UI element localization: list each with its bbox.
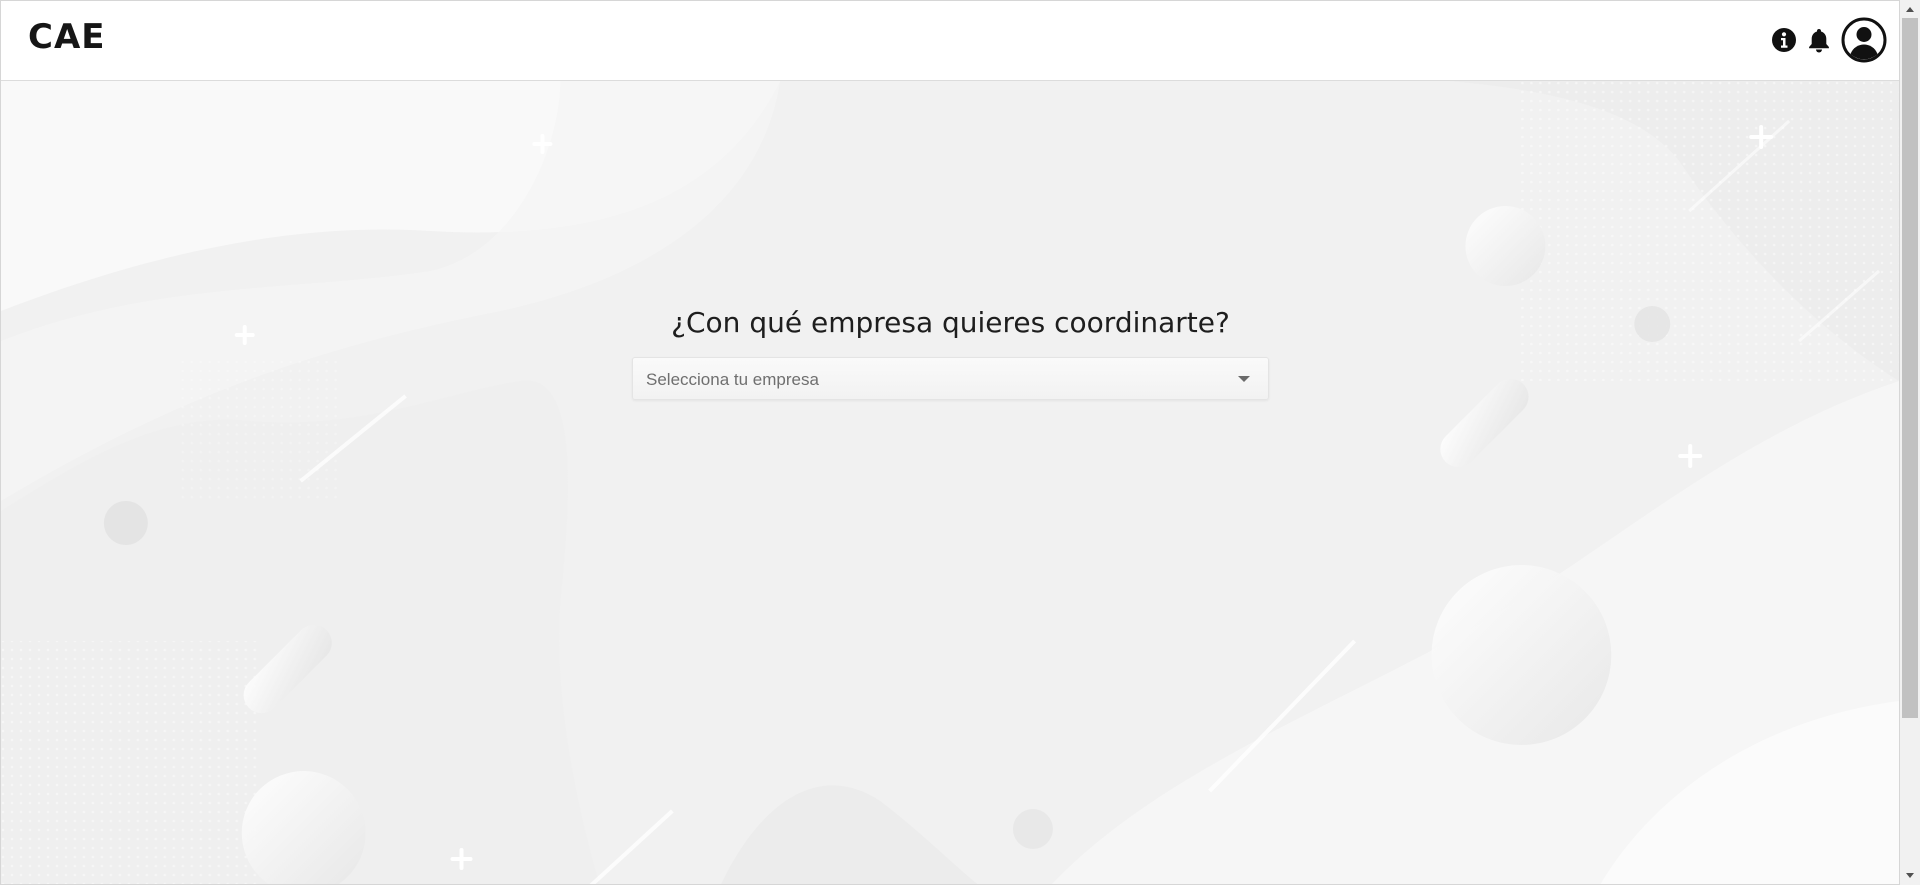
company-select-dropdown[interactable]: Selecciona tu empresa	[632, 357, 1269, 400]
info-icon[interactable]	[1771, 27, 1797, 53]
top-icons-group	[1771, 17, 1887, 63]
vertical-scrollbar[interactable]	[1900, 0, 1920, 885]
caret-down-icon	[1238, 376, 1250, 382]
company-selection-panel: ¿Con qué empresa quieres coordinarte? Se…	[632, 303, 1269, 400]
decorative-background	[1, 81, 1899, 884]
scroll-up-arrow-icon[interactable]	[1906, 7, 1914, 12]
user-account-icon[interactable]	[1841, 17, 1887, 63]
main-content: ¿Con qué empresa quieres coordinarte? Se…	[1, 81, 1899, 884]
app-logo[interactable]: CAE	[28, 20, 106, 54]
company-select-placeholder: Selecciona tu empresa	[646, 370, 819, 389]
bell-icon[interactable]	[1807, 27, 1831, 53]
scroll-down-arrow-icon[interactable]	[1906, 873, 1914, 878]
app-window: CAE ¿Con qué empresa quieres coordinarte…	[0, 0, 1900, 885]
company-question-heading: ¿Con qué empresa quieres coordinarte?	[671, 306, 1230, 339]
scrollbar-thumb[interactable]	[1902, 18, 1918, 718]
top-navbar: CAE	[1, 1, 1899, 81]
